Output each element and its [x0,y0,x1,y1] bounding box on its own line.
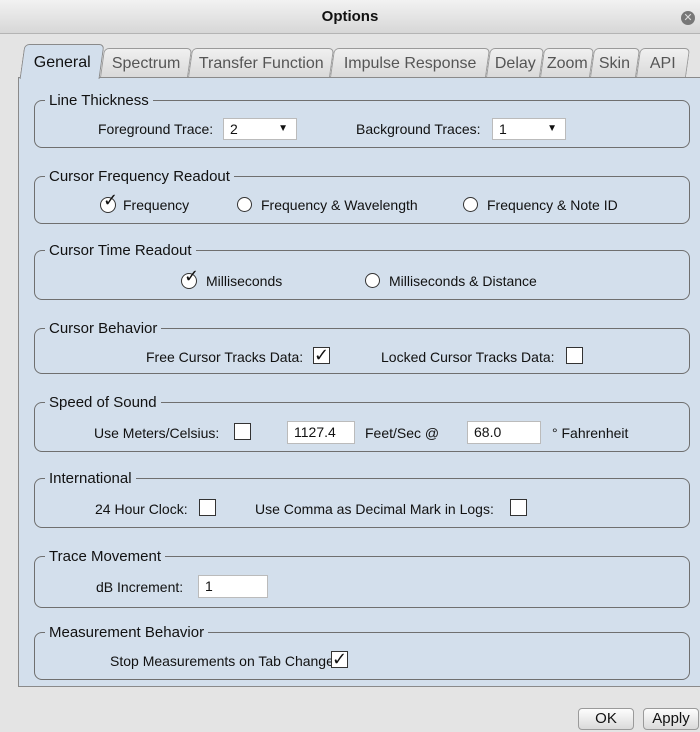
locked-cursor-checkbox[interactable] [566,347,583,364]
background-traces-label: Background Traces: [356,121,481,137]
line-thickness-legend: Line Thickness [49,92,149,109]
radio-frequency-wavelength-label: Frequency & Wavelength [261,197,418,213]
radio-frequency-label: Frequency [123,197,190,213]
cursor-frequency-group: Cursor Frequency Readout ✓ Frequency Fre… [34,168,690,224]
check-icon: ✓ [103,190,119,210]
tab-api[interactable]: API [635,48,691,78]
close-icon[interactable]: ✕ [681,11,695,25]
hour-clock-label: 24 Hour Clock: [95,501,188,517]
free-cursor-label: Free Cursor Tracks Data: [146,349,304,365]
hour-clock-checkbox[interactable] [199,499,216,516]
tab-zoom[interactable]: Zoom [539,48,595,78]
chevron-down-icon: ▼ [547,123,557,134]
radio-frequency-note-id-label: Frequency & Note ID [487,197,618,213]
stop-measurements-checkbox[interactable]: ✓ [331,649,348,669]
speed-of-sound-legend: Speed of Sound [49,394,157,411]
ok-button[interactable]: OK [578,708,634,730]
meters-celsius-checkbox[interactable] [234,423,251,440]
cursor-time-group: Cursor Time Readout ✓ Milliseconds Milli… [34,242,690,300]
speed-of-sound-group: Speed of Sound Use Meters/Celsius: 1127.… [34,394,690,452]
international-legend: International [49,470,132,487]
cursor-time-legend: Cursor Time Readout [49,242,192,259]
comma-decimal-checkbox[interactable] [510,499,527,516]
feet-per-sec-label: Feet/Sec @ [365,425,440,441]
radio-milliseconds-distance-label: Milliseconds & Distance [389,273,537,289]
line-thickness-group: Line Thickness Foreground Trace: 2 ▼ Back… [34,92,690,148]
window-title: Options [321,8,379,25]
locked-cursor-label: Locked Cursor Tracks Data: [381,349,555,365]
db-increment-label: dB Increment: [96,579,184,595]
measurement-behavior-group: Measurement Behavior Stop Measurements o… [34,624,690,680]
check-icon: ✓ [314,345,330,365]
tab-impulse-response[interactable]: Impulse Response [329,48,491,78]
cursor-behavior-legend: Cursor Behavior [49,320,158,337]
apply-button[interactable]: Apply [643,708,699,730]
foreground-trace-select[interactable]: 2 ▼ [223,118,297,140]
db-increment-input[interactable]: 1 [198,575,268,598]
background-traces-select[interactable]: 1 ▼ [492,118,566,140]
tab-delay[interactable]: Delay [485,48,545,78]
check-icon: ✓ [184,266,200,286]
radio-milliseconds[interactable]: ✓ [181,266,199,289]
tab-general[interactable]: General [19,44,105,79]
title-bar: Options ✕ [0,0,700,34]
radio-milliseconds-distance[interactable] [365,273,380,288]
chevron-down-icon: ▼ [278,123,288,134]
temperature-input[interactable]: 68.0 [467,421,541,444]
speed-of-sound-input[interactable]: 1127.4 [287,421,355,444]
fahrenheit-label: ° Fahrenheit [552,425,629,441]
trace-movement-legend: Trace Movement [49,548,161,565]
stop-measurements-label: Stop Measurements on Tab Change: [110,653,338,669]
radio-frequency-wavelength[interactable] [237,197,252,212]
comma-decimal-label: Use Comma as Decimal Mark in Logs: [255,501,494,517]
free-cursor-checkbox[interactable]: ✓ [313,345,330,365]
general-tab-panel: Line Thickness Foreground Trace: 2 ▼ Back… [18,77,700,687]
cursor-frequency-legend: Cursor Frequency Readout [49,168,230,185]
radio-frequency[interactable]: ✓ [100,190,118,213]
check-icon: ✓ [332,649,348,669]
tab-skin[interactable]: Skin [589,48,641,78]
tab-transfer-function[interactable]: Transfer Function [187,48,335,78]
international-group: International 24 Hour Clock: Use Comma a… [34,470,690,528]
radio-milliseconds-label: Milliseconds [206,273,283,289]
cursor-behavior-group: Cursor Behavior Free Cursor Tracks Data:… [34,320,690,374]
measurement-behavior-legend: Measurement Behavior [49,624,205,641]
foreground-trace-label: Foreground Trace: [98,121,214,137]
options-window: Options ✕ General Spectrum Transfer Func… [0,0,700,732]
radio-frequency-note-id[interactable] [463,197,478,212]
tab-strip: General Spectrum Transfer Function Impul… [18,44,700,79]
trace-movement-group: Trace Movement dB Increment: 1 [34,548,690,608]
meters-celsius-label: Use Meters/Celsius: [94,425,220,441]
tab-spectrum[interactable]: Spectrum [99,48,193,78]
